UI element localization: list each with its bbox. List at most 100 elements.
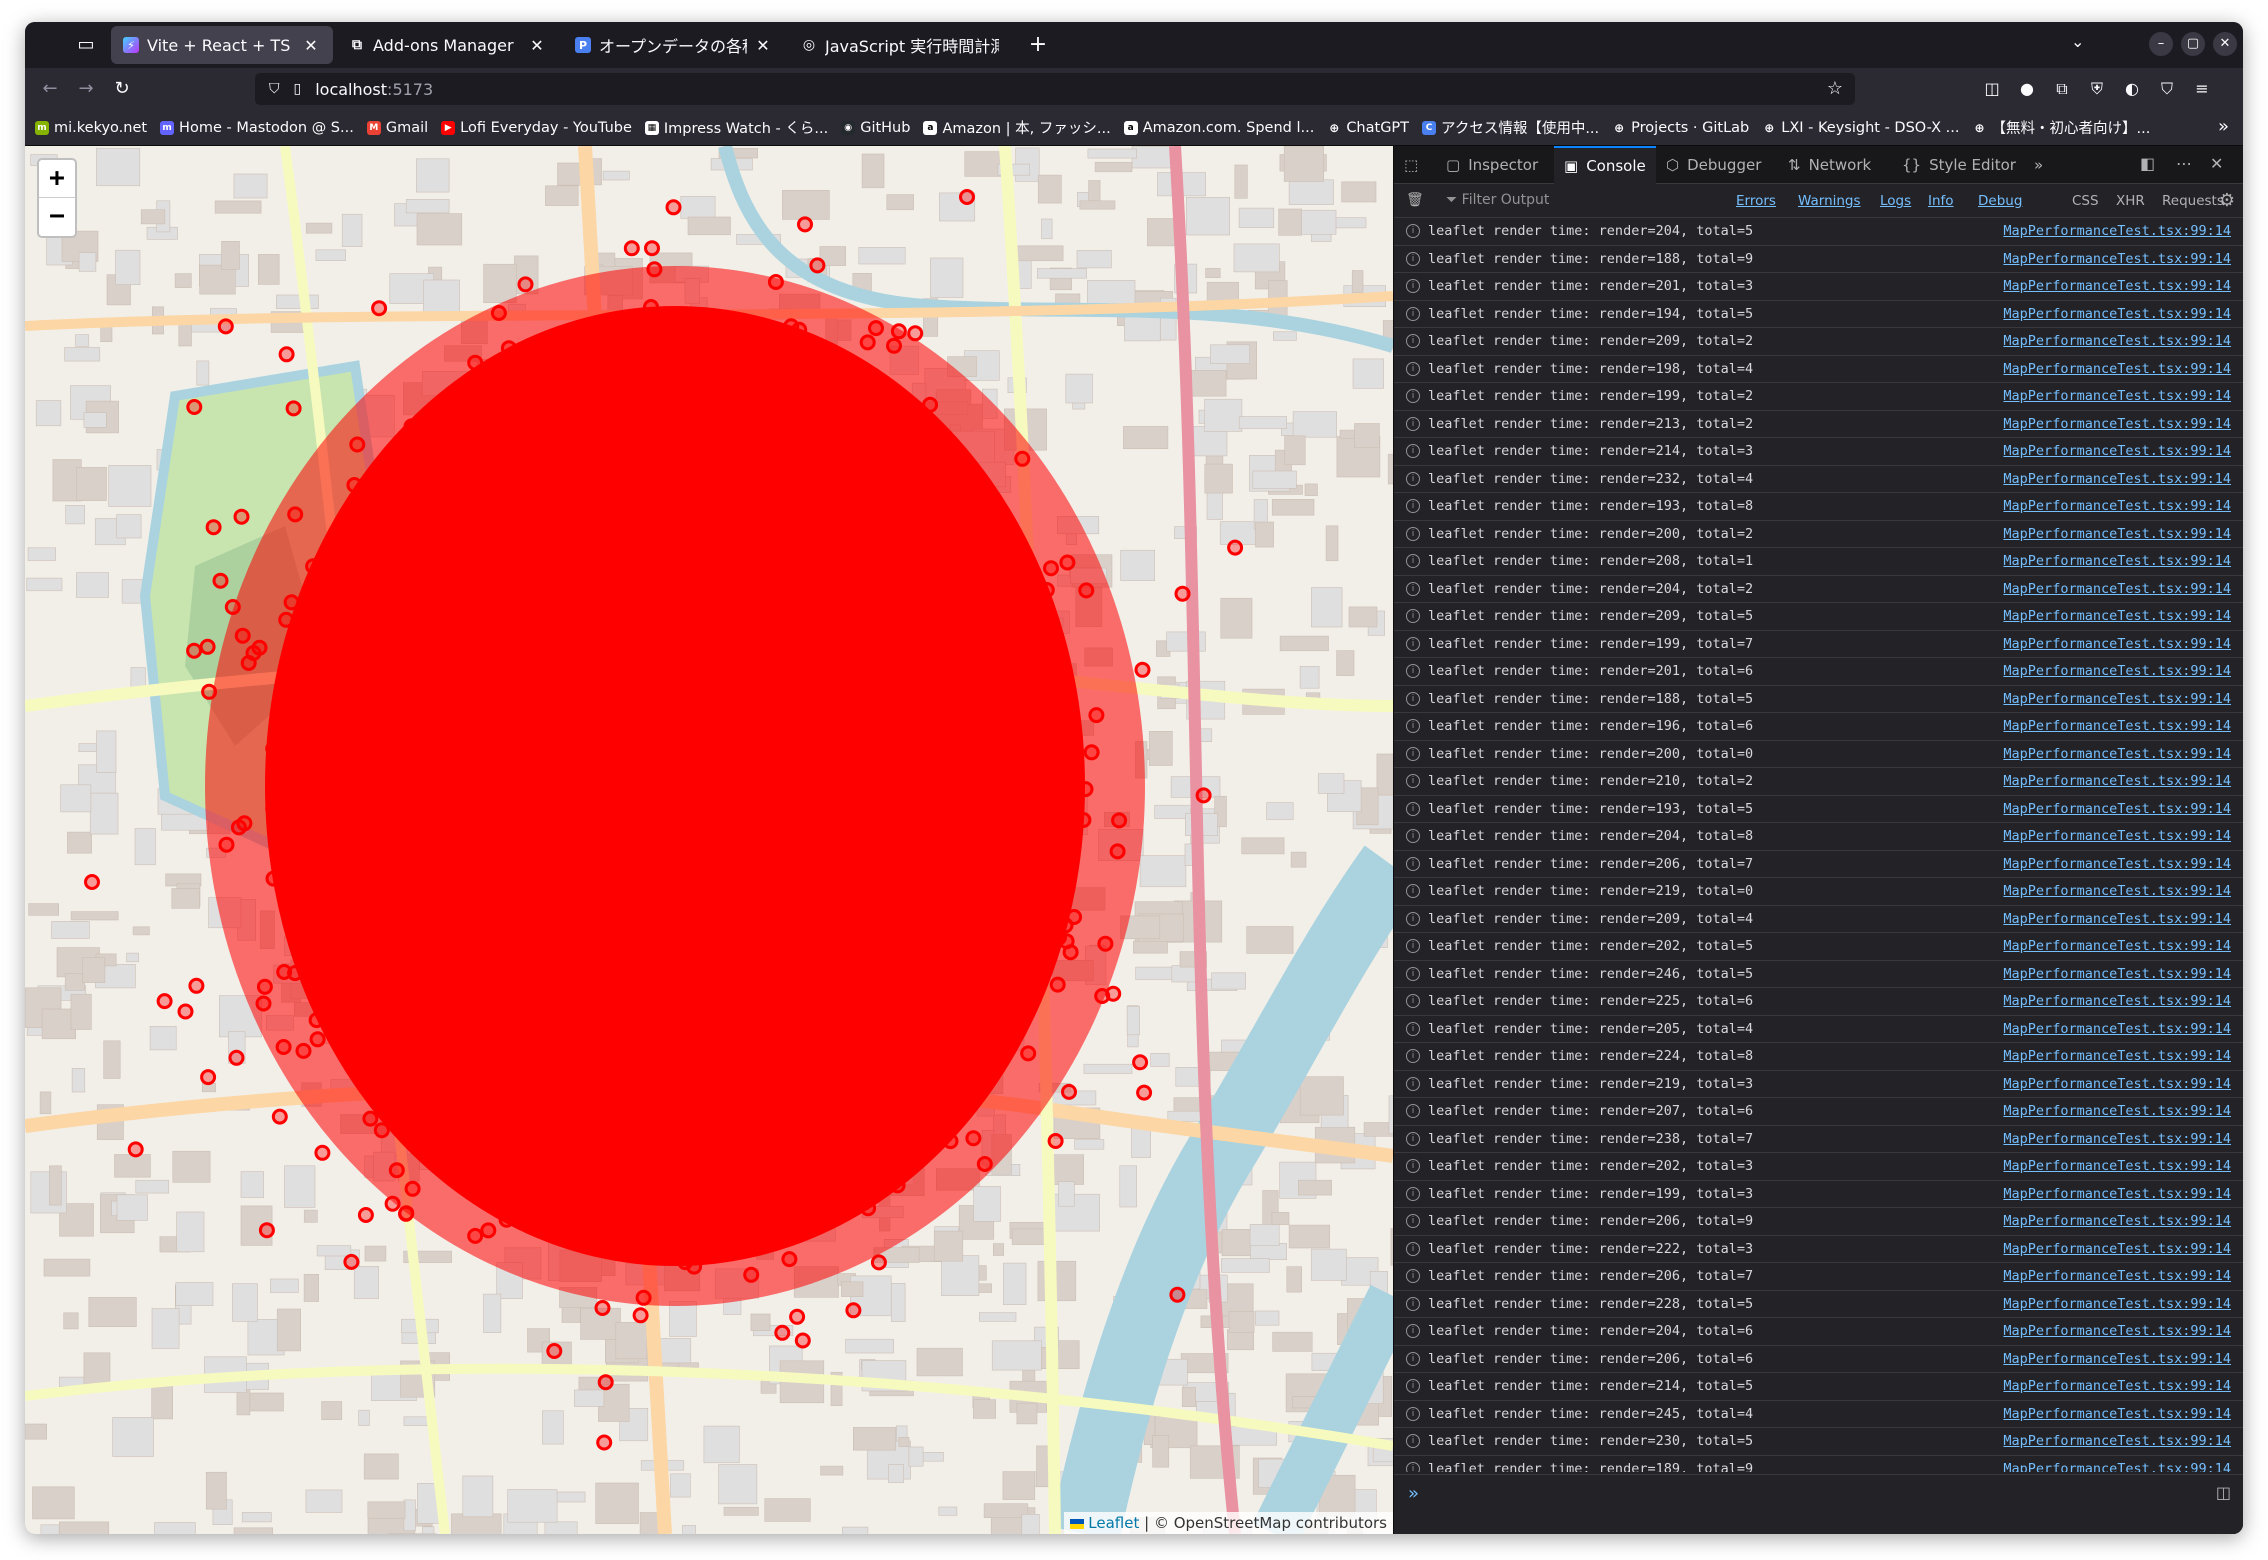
more-tools-icon[interactable]: » <box>2034 146 2051 184</box>
map-marker[interactable] <box>643 740 660 756</box>
map-marker[interactable] <box>367 1014 384 1031</box>
map-marker[interactable] <box>647 553 664 569</box>
map-marker[interactable] <box>285 400 302 417</box>
map-marker[interactable] <box>230 819 247 836</box>
map-marker[interactable] <box>382 751 399 768</box>
map-marker[interactable] <box>439 580 456 597</box>
map-marker[interactable] <box>688 700 705 717</box>
map-marker[interactable] <box>345 1030 362 1047</box>
map-marker[interactable] <box>894 972 911 989</box>
map-marker[interactable] <box>581 556 598 572</box>
map-marker[interactable] <box>487 639 504 655</box>
map-marker[interactable] <box>1044 825 1061 842</box>
map-marker[interactable] <box>833 934 849 951</box>
map-marker[interactable] <box>859 1000 875 1017</box>
map-marker[interactable] <box>818 1151 835 1168</box>
map-marker[interactable] <box>960 925 977 942</box>
map-marker[interactable] <box>343 1253 360 1270</box>
map-marker[interactable] <box>623 746 640 763</box>
map-marker[interactable] <box>657 915 674 931</box>
map-marker[interactable] <box>821 508 838 525</box>
map-marker[interactable] <box>865 949 882 966</box>
map-marker[interactable] <box>311 974 328 991</box>
map-marker[interactable] <box>713 1124 730 1141</box>
map-marker[interactable] <box>596 1434 613 1451</box>
map-marker[interactable] <box>517 276 534 293</box>
map-marker[interactable] <box>832 860 849 877</box>
map-marker[interactable] <box>794 1332 811 1349</box>
map-marker[interactable] <box>715 804 732 821</box>
map-marker[interactable] <box>901 643 918 660</box>
log-source-link[interactable]: MapPerformanceTest.tsx:99:14 <box>2003 526 2231 542</box>
log-source-link[interactable]: MapPerformanceTest.tsx:99:14 <box>2003 636 2231 652</box>
map-marker[interactable] <box>550 576 567 593</box>
map-marker[interactable] <box>577 1121 594 1138</box>
map-marker[interactable] <box>817 483 834 500</box>
map-marker[interactable] <box>410 1030 427 1047</box>
map-marker[interactable] <box>953 674 970 691</box>
map-marker[interactable] <box>931 624 948 641</box>
map-marker[interactable] <box>342 824 359 841</box>
map-marker[interactable] <box>781 1251 798 1268</box>
map-marker[interactable] <box>767 274 784 290</box>
map-marker[interactable] <box>947 836 963 853</box>
map-marker[interactable] <box>1134 661 1151 678</box>
map-marker[interactable] <box>868 320 884 337</box>
map-marker[interactable] <box>757 410 774 427</box>
map-marker[interactable] <box>434 457 451 473</box>
map-marker[interactable] <box>571 506 588 523</box>
map-marker[interactable] <box>675 876 692 893</box>
map-marker[interactable] <box>497 782 514 799</box>
map-marker[interactable] <box>624 819 641 835</box>
map-marker[interactable] <box>461 963 478 980</box>
map-marker[interactable] <box>399 1095 416 1112</box>
map-marker[interactable] <box>555 769 572 786</box>
map-marker[interactable] <box>386 870 403 886</box>
map-marker[interactable] <box>747 619 763 636</box>
map-marker[interactable] <box>822 993 839 1010</box>
log-source-link[interactable]: MapPerformanceTest.tsx:99:14 <box>2003 251 2231 267</box>
map-marker[interactable] <box>816 763 833 780</box>
map-marker[interactable] <box>498 1211 515 1228</box>
map-marker[interactable] <box>652 1054 668 1071</box>
map-marker[interactable] <box>572 982 588 999</box>
map-marker[interactable] <box>473 984 490 1001</box>
log-source-link[interactable]: MapPerformanceTest.tsx:99:14 <box>2003 553 2231 569</box>
map-marker[interactable] <box>357 700 374 717</box>
map-marker[interactable] <box>437 923 454 940</box>
map-marker[interactable] <box>522 363 539 380</box>
map-marker[interactable] <box>731 453 748 470</box>
map-marker[interactable] <box>517 1008 534 1025</box>
map-marker[interactable] <box>1001 687 1018 704</box>
map-marker[interactable] <box>619 701 636 718</box>
map-marker[interactable] <box>367 770 384 787</box>
close-devtools-icon[interactable]: ✕ <box>2210 154 2223 173</box>
map-marker[interactable] <box>842 728 859 744</box>
map-marker[interactable] <box>547 1118 564 1135</box>
map-marker[interactable] <box>316 565 333 582</box>
map-marker[interactable] <box>403 778 420 795</box>
map-marker[interactable] <box>398 1205 415 1222</box>
map-marker[interactable] <box>705 660 722 677</box>
map-marker[interactable] <box>702 589 719 605</box>
map-marker[interactable] <box>654 787 671 804</box>
map-marker[interactable] <box>834 800 851 817</box>
map-marker[interactable] <box>467 1227 484 1244</box>
map-marker[interactable] <box>816 462 833 479</box>
map-marker[interactable] <box>759 977 776 994</box>
map-marker[interactable] <box>469 883 486 900</box>
translate-icon[interactable]: ◐ <box>2120 77 2144 101</box>
map-marker[interactable] <box>541 557 558 574</box>
map-marker[interactable] <box>635 553 651 570</box>
map-marker[interactable] <box>889 756 906 772</box>
maximize-icon[interactable]: ▢ <box>2181 32 2205 56</box>
map-marker[interactable] <box>669 1233 686 1250</box>
map-marker[interactable] <box>575 530 592 547</box>
map-marker[interactable] <box>380 837 397 854</box>
map-marker[interactable] <box>186 399 203 415</box>
map-marker[interactable] <box>909 901 926 917</box>
map-marker[interactable] <box>666 974 683 991</box>
map-marker[interactable] <box>295 1042 312 1059</box>
map-marker[interactable] <box>525 383 542 400</box>
tab-style-editor[interactable]: {} Style Editor <box>1902 146 2016 184</box>
